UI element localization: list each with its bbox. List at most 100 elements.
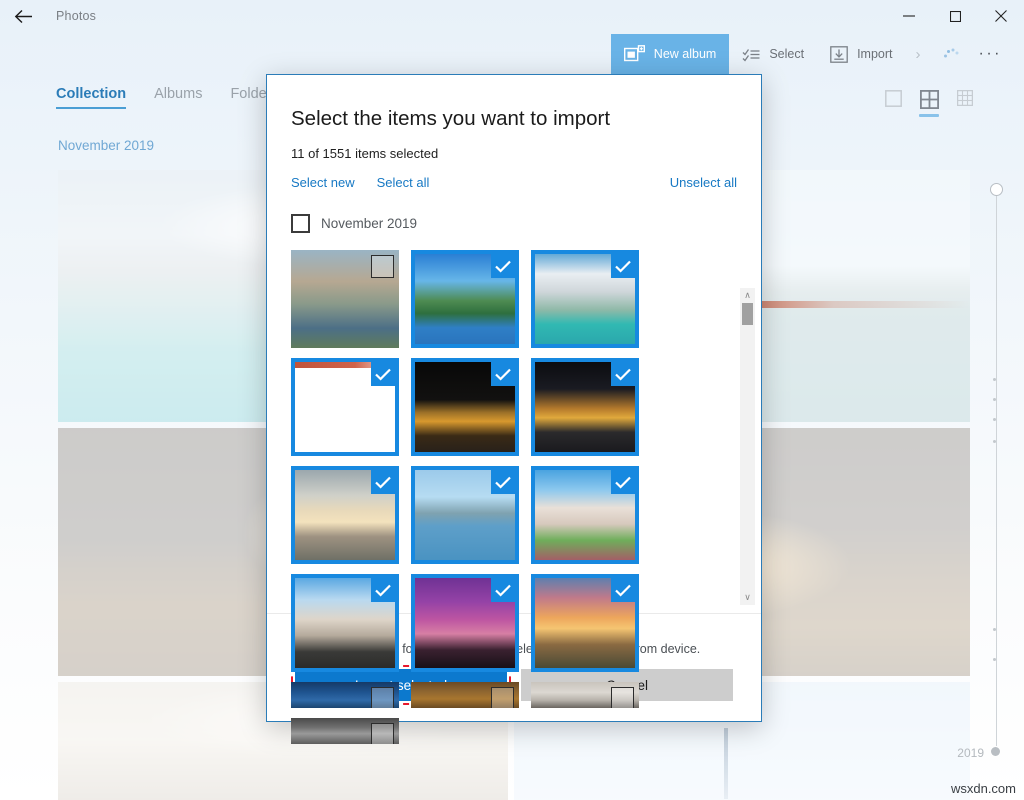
thumbnail-checkbox[interactable]: [611, 254, 635, 278]
scrollbar-track[interactable]: [740, 303, 755, 590]
timeline-current-marker[interactable]: [991, 747, 1000, 756]
thumbnail-river-bridge-daylight[interactable]: [411, 466, 519, 564]
thumbnail-vegas-strip-fountains[interactable]: [531, 358, 639, 456]
group-checkbox[interactable]: [291, 214, 310, 233]
thumbnail-partial-photo-blue[interactable]: [291, 682, 399, 708]
maximize-button[interactable]: [932, 0, 978, 32]
tab-folders[interactable]: Folde: [230, 86, 266, 109]
thumbnail-grid: [291, 250, 737, 744]
checkmark-icon: [495, 476, 511, 489]
title-bar: Photos: [0, 0, 1024, 32]
scrollbar-thumb[interactable]: [742, 303, 753, 325]
checkmark-icon: [495, 584, 511, 597]
select-icon: [742, 47, 760, 62]
select-new-link[interactable]: Select new: [291, 175, 355, 190]
select-button[interactable]: Select: [729, 34, 817, 74]
back-arrow-glyph: [14, 9, 33, 24]
back-arrow-icon[interactable]: [0, 0, 46, 32]
timeline-year-label: 2019: [957, 746, 984, 760]
timeline-tick: [993, 658, 996, 661]
import-icon: [830, 46, 848, 63]
import-label: Import: [857, 47, 892, 61]
thumbnail-checkbox[interactable]: [611, 578, 635, 602]
thumbnail-golden-gate-bridge[interactable]: [291, 358, 399, 456]
thumbnail-checkbox[interactable]: [611, 362, 635, 386]
thumbnail-partial-photo-gray[interactable]: [291, 718, 399, 744]
scroll-up-arrow-icon[interactable]: ∧: [744, 288, 751, 303]
dialog-header: Select the items you want to import 11 o…: [267, 75, 761, 190]
thumbnail-checkbox[interactable]: [611, 470, 635, 494]
unselect-all-link[interactable]: Unselect all: [670, 175, 737, 190]
photos-app-window: Photos New al: [0, 0, 1024, 800]
view-mode-switcher: [882, 90, 976, 117]
thumbnail-checkbox[interactable]: [371, 255, 394, 278]
view-mode-underline: [955, 111, 975, 114]
dialog-selection-count: 11 of 1551 items selected: [291, 146, 737, 161]
import-button[interactable]: Import: [817, 34, 905, 74]
dialog-item-list: November 2019: [267, 206, 761, 613]
thumbnail-partial-photo-wood[interactable]: [411, 682, 519, 708]
single-square-icon: [885, 90, 902, 107]
thumbnail-checkbox[interactable]: [371, 687, 394, 708]
minimize-icon: [903, 15, 915, 17]
checkmark-icon: [375, 476, 391, 489]
thumbnail-disney-castle-hotel[interactable]: [531, 466, 639, 564]
checkmark-icon: [375, 584, 391, 597]
view-mode-underline: [919, 114, 939, 117]
loading-spinner-icon: [931, 45, 969, 63]
thumbnail-checkbox[interactable]: [371, 470, 395, 494]
thumbnail-checkbox[interactable]: [491, 578, 515, 602]
checkmark-icon: [615, 368, 631, 381]
thumbnail-checkbox[interactable]: [371, 723, 394, 744]
chevron-right-icon[interactable]: ›: [906, 46, 931, 63]
view-mode-underline: [883, 112, 903, 115]
close-icon: [995, 10, 1007, 22]
group-header-row[interactable]: November 2019: [291, 206, 737, 240]
thumbnail-checkbox[interactable]: [491, 362, 515, 386]
checkmark-icon: [495, 260, 511, 273]
thumbnail-checkbox[interactable]: [611, 687, 634, 708]
window-controls: [886, 0, 1024, 32]
thumbnail-old-town-canal[interactable]: [291, 250, 399, 348]
new-album-button[interactable]: New album: [611, 34, 730, 74]
timeline-tick: [993, 398, 996, 401]
thumbnail-lake-hillside[interactable]: [411, 250, 519, 348]
thumbnail-eiffel-tower-sunset[interactable]: [531, 574, 639, 672]
scroll-down-arrow-icon[interactable]: ∨: [744, 590, 751, 605]
thumbnail-eiffel-tower-purple-sky[interactable]: [411, 574, 519, 672]
thumbnail-checkbox[interactable]: [371, 362, 395, 386]
minimize-button[interactable]: [886, 0, 932, 32]
thumbnail-seine-river-sunset[interactable]: [291, 466, 399, 564]
timeline-tick: [993, 418, 996, 421]
thumbnail-checkbox[interactable]: [371, 578, 395, 602]
select-all-link[interactable]: Select all: [377, 175, 430, 190]
dialog-title: Select the items you want to import: [291, 107, 737, 131]
more-options-button[interactable]: ···: [969, 45, 1016, 63]
view-mode-medium[interactable]: [918, 90, 940, 117]
thumbnail-checkbox[interactable]: [491, 470, 515, 494]
thumbnail-checkbox[interactable]: [491, 254, 515, 278]
tab-collection[interactable]: Collection: [56, 86, 126, 109]
timeline-scrollbar[interactable]: 2019: [982, 180, 1012, 760]
dialog-scrollbar[interactable]: ∧ ∨: [740, 288, 755, 605]
thumbnail-partial-photo-snow[interactable]: [531, 682, 639, 708]
checkmark-icon: [615, 476, 631, 489]
tab-albums[interactable]: Albums: [154, 86, 202, 109]
checkmark-icon: [495, 368, 511, 381]
thumbnail-paris-hotel-night[interactable]: [411, 358, 519, 456]
watermark-text: wsxdn.com: [951, 781, 1016, 796]
timeline-handle[interactable]: [990, 183, 1003, 196]
thumbnail-castle-hotel-plaza[interactable]: [291, 574, 399, 672]
checkmark-icon: [615, 260, 631, 273]
close-button[interactable]: [978, 0, 1024, 32]
import-dialog: Select the items you want to import 11 o…: [266, 74, 762, 722]
view-mode-small[interactable]: [954, 90, 976, 114]
group-label: November 2019: [321, 216, 417, 231]
timeline-tick: [993, 440, 996, 443]
thumbnail-turquoise-bay-city[interactable]: [531, 250, 639, 348]
thumbnail-checkbox[interactable]: [491, 687, 514, 708]
view-mode-single[interactable]: [882, 90, 904, 115]
dialog-selection-links: Select new Select all Unselect all: [291, 175, 737, 190]
checkmark-icon: [375, 368, 391, 381]
navigation-tabs: Collection Albums Folde: [56, 86, 267, 109]
